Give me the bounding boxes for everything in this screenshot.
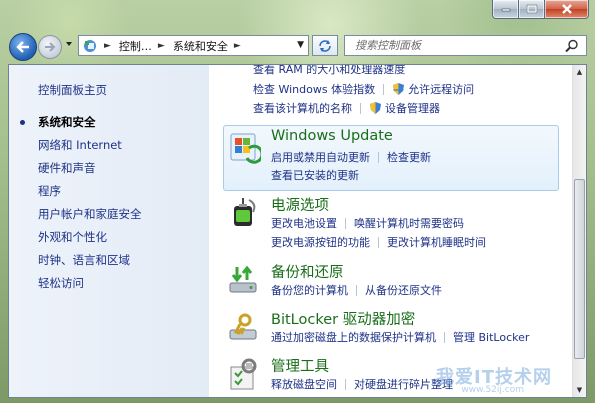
back-button[interactable] xyxy=(9,33,37,61)
sidebar-item-network[interactable]: 网络和 Internet xyxy=(38,137,122,153)
admin-tools-icon xyxy=(230,358,257,390)
link-divider xyxy=(378,151,379,163)
close-button[interactable] xyxy=(545,0,589,19)
recent-pages-chevron-icon[interactable] xyxy=(65,40,73,48)
breadcrumb-separator: ► xyxy=(104,40,111,51)
sidebar-item-user-accounts[interactable]: 用户帐户和家庭安全 xyxy=(38,206,142,222)
power-options-icon xyxy=(234,198,256,226)
windows-update-row-1: 启用或禁用自动更新 检查更新 xyxy=(271,149,431,165)
sidebar-item-programs[interactable]: 程序 xyxy=(38,183,61,199)
breadcrumb-separator[interactable]: ► xyxy=(234,41,241,51)
minimize-button[interactable] xyxy=(492,0,519,19)
forward-button[interactable] xyxy=(38,35,62,59)
maximize-icon xyxy=(526,4,537,14)
link-divider xyxy=(378,236,379,248)
link-divider xyxy=(360,102,361,114)
vertical-scrollbar[interactable]: ▲ ▼ xyxy=(572,65,586,397)
admin-tools-row-1: 释放磁盘空间 对硬盘进行碎片整理 xyxy=(271,376,453,392)
refresh-icon xyxy=(319,39,331,52)
backup-restore-icon xyxy=(229,265,257,293)
bitlocker-title[interactable]: BitLocker 驱动器加密 xyxy=(271,308,415,329)
link-restore-files[interactable]: 从备份还原文件 xyxy=(365,282,442,298)
link-battery-settings[interactable]: 更改电池设置 xyxy=(271,215,337,231)
uac-shield-icon xyxy=(370,102,381,114)
sidebar-item-home[interactable]: 控制面板主页 xyxy=(38,82,107,98)
close-icon xyxy=(561,4,572,14)
system-row-2: 检查 Windows 体验指数 允许远程访问 xyxy=(253,81,474,97)
search-box[interactable] xyxy=(344,35,587,56)
link-divider xyxy=(444,331,445,343)
arrow-left-icon xyxy=(16,41,29,53)
windows-update-title[interactable]: Windows Update xyxy=(271,128,393,144)
link-divider xyxy=(345,217,346,229)
link-remote-access[interactable]: 允许远程访问 xyxy=(408,81,474,97)
link-free-disk-space[interactable]: 释放磁盘空间 xyxy=(271,376,337,392)
admin-tools-title[interactable]: 管理工具 xyxy=(271,355,329,376)
search-input[interactable] xyxy=(353,38,567,53)
link-experience-index[interactable]: 检查 Windows 体验指数 xyxy=(253,81,375,97)
breadcrumb-system-security[interactable]: 系统和安全 xyxy=(173,38,228,54)
power-options-row-2: 更改电源按钮的功能 更改计算机睡眠时间 xyxy=(271,234,486,250)
address-dropdown-chevron-icon[interactable]: ▼ xyxy=(297,40,304,50)
minimize-icon xyxy=(501,8,510,12)
link-auto-update[interactable]: 启用或禁用自动更新 xyxy=(271,149,370,165)
system-row-1: 查看 RAM 的大小和处理器速度 xyxy=(253,65,405,77)
scroll-down-arrow-icon[interactable]: ▼ xyxy=(574,383,585,397)
windows-update-icon xyxy=(230,133,261,164)
sidebar-item-system-security[interactable]: 系统和安全 xyxy=(38,114,96,130)
content-pane: 控制面板主页 系统和安全 网络和 Internet 硬件和声音 程序 用户帐户和… xyxy=(8,64,587,398)
backup-restore-row-1: 备份您的计算机 从备份还原文件 xyxy=(271,282,442,298)
control-panel-icon xyxy=(84,39,96,52)
arrow-right-icon xyxy=(45,42,56,52)
maximize-button[interactable] xyxy=(519,0,545,19)
bitlocker-row-1: 通过加密磁盘上的数据保护计算机 管理 BitLocker xyxy=(271,329,529,345)
refresh-button[interactable] xyxy=(312,35,338,56)
sidebar-item-hardware-sound[interactable]: 硬件和声音 xyxy=(38,160,96,176)
backup-restore-title[interactable]: 备份和还原 xyxy=(271,261,344,282)
link-encrypt-disk[interactable]: 通过加密磁盘上的数据保护计算机 xyxy=(271,329,436,345)
bitlocker-icon xyxy=(229,313,257,340)
link-wake-password[interactable]: 唤醒计算机时需要密码 xyxy=(354,215,464,231)
sidebar-item-ease-of-access[interactable]: 轻松访问 xyxy=(38,275,84,291)
sidebar-item-clock-language[interactable]: 时钟、语言和区域 xyxy=(38,252,130,268)
link-sleep-time[interactable]: 更改计算机睡眠时间 xyxy=(387,234,486,250)
system-row-3: 查看该计算机的名称 设备管理器 xyxy=(253,100,440,116)
link-manage-bitlocker[interactable]: 管理 BitLocker xyxy=(453,329,529,345)
window-frame: ► 控制… ► 系统和安全 ► ▼ 控制面板主页 系统和安全 网络和 Inter… xyxy=(0,0,595,403)
power-options-row-1: 更改电池设置 唤醒计算机时需要密码 xyxy=(271,215,464,231)
uac-shield-icon xyxy=(393,83,405,95)
search-icon[interactable] xyxy=(565,39,579,53)
link-divider xyxy=(383,83,385,95)
sidebar-item-appearance[interactable]: 外观和个性化 xyxy=(38,229,107,245)
watermark-url: www.52ij.com xyxy=(461,385,524,395)
link-backup-computer[interactable]: 备份您的计算机 xyxy=(271,282,348,298)
link-computer-name[interactable]: 查看该计算机的名称 xyxy=(253,100,352,116)
caption-buttons xyxy=(492,0,589,20)
scroll-up-arrow-icon[interactable]: ▲ xyxy=(574,65,585,79)
power-options-title[interactable]: 电源选项 xyxy=(271,194,329,215)
breadcrumb-separator[interactable]: ► xyxy=(158,41,165,51)
link-view-ram[interactable]: 查看 RAM 的大小和处理器速度 xyxy=(253,65,405,77)
scrollbar-thumb[interactable] xyxy=(574,179,585,359)
current-item-bullet xyxy=(20,120,25,125)
link-power-button[interactable]: 更改电源按钮的功能 xyxy=(271,234,370,250)
windows-update-row-2: 查看已安装的更新 xyxy=(271,167,359,183)
breadcrumb-control-panel[interactable]: 控制… xyxy=(119,38,152,54)
link-divider xyxy=(345,378,346,390)
link-check-updates[interactable]: 检查更新 xyxy=(387,149,431,165)
sidebar: 控制面板主页 系统和安全 网络和 Internet 硬件和声音 程序 用户帐户和… xyxy=(9,65,209,397)
address-bar[interactable]: ► 控制… ► 系统和安全 ► ▼ xyxy=(78,35,309,56)
link-installed-updates[interactable]: 查看已安装的更新 xyxy=(271,167,359,183)
link-device-manager[interactable]: 设备管理器 xyxy=(385,100,440,116)
link-divider xyxy=(356,284,357,296)
main-panel: 查看 RAM 的大小和处理器速度 检查 Windows 体验指数 允许远程访问 … xyxy=(209,65,572,397)
